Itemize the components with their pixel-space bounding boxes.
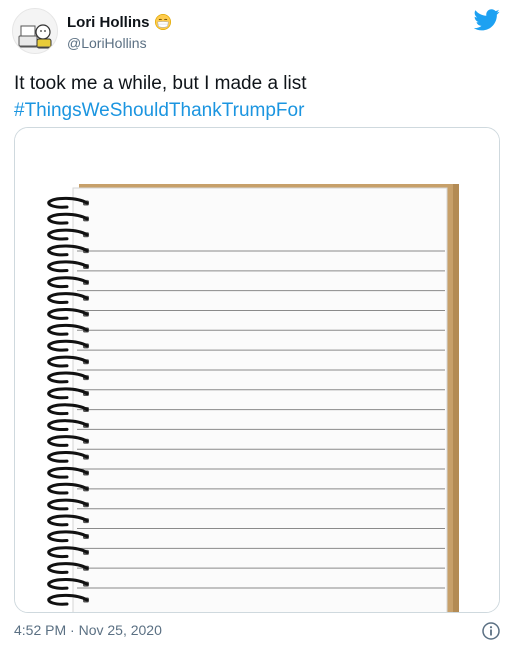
avatar[interactable] — [12, 8, 58, 54]
notebook-illustration — [15, 128, 499, 612]
hashtag-link[interactable]: #ThingsWeShouldThankTrumpFor — [14, 97, 504, 124]
notebook-page — [72, 187, 448, 612]
tweet-text-line: It took me a while, but I made a list — [14, 73, 307, 94]
twitter-bird-icon[interactable] — [474, 9, 500, 31]
face-with-medical-mask-icon — [154, 13, 171, 31]
notebook-cover-edge — [453, 184, 459, 612]
tweet-timestamp[interactable]: 4:52 PM · Nov 25, 2020 — [14, 622, 162, 638]
info-icon[interactable] — [481, 621, 501, 641]
tweet-text: It took me a while, but I made a list #T… — [14, 70, 504, 124]
avatar-illustration — [13, 9, 57, 53]
tweet-media-image[interactable] — [14, 127, 500, 613]
tweet-card: Lori Hollins @LoriHollins It took me a w… — [0, 0, 515, 651]
author-name-row: Lori Hollins — [67, 13, 172, 31]
user-handle[interactable]: @LoriHollins — [67, 35, 147, 51]
display-name[interactable]: Lori Hollins — [67, 14, 150, 31]
